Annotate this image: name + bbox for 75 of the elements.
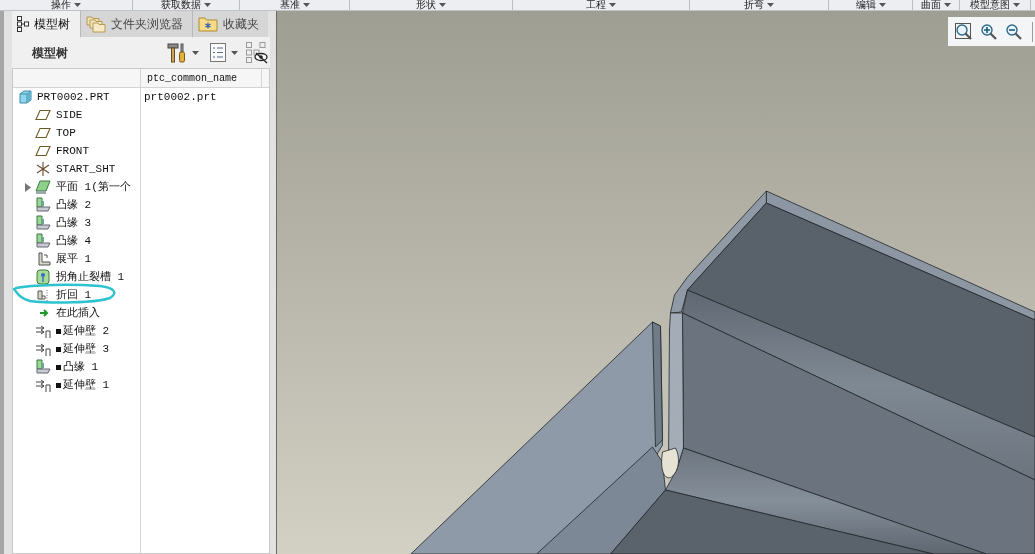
caret-icon <box>74 3 81 7</box>
tree-item-label[interactable]: 延伸壁 3 <box>63 340 110 358</box>
ribbon-group-button[interactable]: 工程 <box>586 0 616 10</box>
panel-title: 模型树 <box>32 44 68 62</box>
caret-icon <box>439 3 446 7</box>
star-folder-icon <box>198 16 218 32</box>
caret-icon <box>944 3 951 7</box>
expand-arrow-icon[interactable] <box>25 182 31 192</box>
tree-item-label[interactable]: 凸缘 4 <box>56 232 92 250</box>
flange-icon <box>35 233 51 249</box>
display-menu-button[interactable] <box>210 41 238 64</box>
extend-arrows-icon <box>35 377 51 393</box>
tree-item-label[interactable]: PRT0002.PRT <box>37 88 110 106</box>
flange-icon <box>35 197 51 213</box>
tree-item-label[interactable]: 拐角止裂槽 1 <box>56 268 125 286</box>
caret-icon <box>609 3 616 7</box>
ribbon-group-button[interactable]: 曲面 <box>921 0 951 10</box>
caret-icon <box>302 3 310 7</box>
tree-item-label[interactable]: TOP <box>56 124 76 142</box>
folders-icon <box>86 15 106 33</box>
list-page-icon <box>210 43 226 62</box>
tree-item-label[interactable]: SIDE <box>56 106 83 124</box>
zoom-out-icon <box>1005 22 1023 41</box>
tree-filter-button[interactable] <box>246 41 268 64</box>
zoom-in-icon <box>980 22 998 41</box>
keyhole-icon <box>35 269 51 285</box>
extend-arrows-icon <box>35 323 51 339</box>
column-header[interactable]: ptc_common_name <box>147 70 237 86</box>
tree-structure-icon <box>17 16 29 32</box>
zoom-fit-icon <box>955 22 973 41</box>
extend-arrows-icon <box>35 341 51 357</box>
coordinate-axes-icon <box>35 161 51 177</box>
caret-icon <box>878 3 886 7</box>
ribbon-group-button[interactable]: 基准 <box>279 0 310 10</box>
panel-tab[interactable]: 文件夹浏览器 <box>80 11 192 37</box>
panel-tab[interactable]: 模型树 <box>12 11 80 37</box>
zoom-in-button[interactable] <box>979 21 999 42</box>
ribbon-group-button[interactable]: 模型意图 <box>970 0 1020 10</box>
tree-item-label[interactable]: FRONT <box>56 142 89 160</box>
ribbon-group-button[interactable]: 操作 <box>51 0 81 10</box>
tree-item-label[interactable]: 延伸壁 1 <box>63 376 110 394</box>
ribbon-group-button[interactable]: 获取数据 <box>161 0 211 10</box>
tree-item-label[interactable]: 展平 1 <box>56 250 92 268</box>
caret-icon <box>204 3 211 7</box>
ribbon-group-button[interactable]: 形状 <box>416 0 446 10</box>
hammer-screwdriver-icon <box>167 42 187 63</box>
table-cell-text: prt0002.prt <box>144 90 217 105</box>
filled-plane-icon <box>35 179 51 195</box>
tools-menu-button[interactable] <box>167 41 199 64</box>
tree-item-label[interactable]: START_SHT <box>56 160 116 178</box>
caret-icon <box>1013 3 1020 7</box>
tree-item-label[interactable]: 延伸壁 2 <box>63 322 110 340</box>
tree-item-label[interactable]: 凸缘 2 <box>56 196 92 214</box>
caret-icon <box>192 50 199 55</box>
tree-eye-icon <box>246 41 268 64</box>
tree-item-label[interactable]: 凸缘 3 <box>56 214 92 232</box>
ribbon-group-button[interactable]: 折弯 <box>744 0 774 10</box>
panel-tab[interactable]: 收藏夹 <box>192 11 268 37</box>
parallelogram-icon <box>35 127 51 139</box>
caret-icon <box>231 50 238 55</box>
refit-button[interactable] <box>954 21 974 42</box>
caret-icon <box>767 3 774 7</box>
ribbon-group-button[interactable]: 编辑 <box>855 0 886 10</box>
parallelogram-icon <box>35 145 51 157</box>
l-shape-icon <box>35 251 51 267</box>
flange-icon <box>35 215 51 231</box>
folded-sheet-icon <box>35 287 51 303</box>
zoom-out-button[interactable] <box>1004 21 1024 42</box>
tree-item-label[interactable]: 凸缘 1 <box>63 358 99 376</box>
tree-item-label[interactable]: 在此插入 <box>56 304 100 322</box>
cube-icon <box>19 90 32 104</box>
flange-icon <box>35 359 51 375</box>
tree-item-label[interactable]: 平面 1(第一个 <box>56 178 131 196</box>
parallelogram-icon <box>35 109 51 121</box>
tree-item-label[interactable]: 折回 1 <box>56 286 92 304</box>
